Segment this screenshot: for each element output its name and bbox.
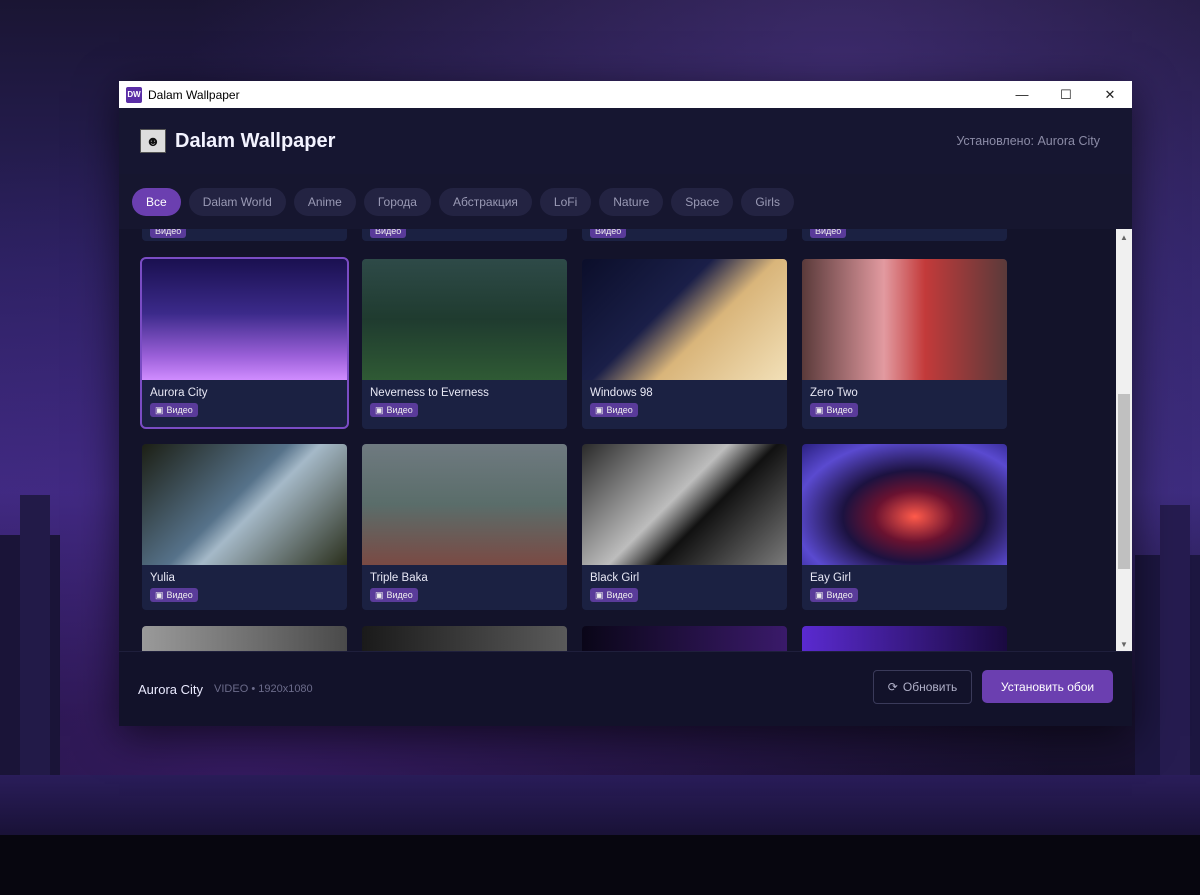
maximize-button[interactable]: ☐	[1044, 81, 1088, 108]
app-window: DW Dalam Wallpaper — ☐ ✕ ☻ Dalam Wallpap…	[119, 81, 1132, 726]
wallpaper-title: Aurora City	[150, 387, 208, 399]
wallpaper-card[interactable]: Black Girl ▣ Видео	[582, 444, 787, 610]
video-badge: ▣ Видео	[590, 588, 638, 602]
clapper-icon: ▣	[155, 589, 164, 600]
close-button[interactable]: ✕	[1088, 81, 1132, 108]
scroll-thumb[interactable]	[1118, 394, 1130, 569]
wallpaper-card-partial[interactable]	[582, 626, 787, 652]
video-badge: ▣ Видео	[150, 403, 198, 417]
video-badge: ▣ Видео	[590, 403, 638, 417]
wallpaper-card[interactable]: Yulia ▣ Видео	[142, 444, 347, 610]
video-badge: Видео	[370, 229, 407, 238]
clapper-icon: ▣	[375, 589, 384, 600]
wallpaper-card-partial[interactable]: Видео	[582, 229, 787, 241]
app-header: ☻ Dalam Wallpaper Установлено: Aurora Ci…	[119, 108, 1132, 174]
minimize-button[interactable]: —	[1000, 81, 1044, 108]
wallpaper-card-partial[interactable]: Видео	[362, 229, 567, 241]
wallpaper-card[interactable]: Eay Girl ▣ Видео	[802, 444, 1007, 610]
wallpaper-thumbnail	[802, 444, 1007, 565]
wallpaper-card[interactable]: Zero Two ▣ Видео	[802, 259, 1007, 429]
video-badge: ▣ Видео	[370, 403, 418, 417]
tab-all[interactable]: Все	[132, 187, 181, 216]
app-logo-icon: DW	[126, 86, 142, 103]
tab-abstraction[interactable]: Абстракция	[438, 187, 532, 216]
wallpaper-title: Zero Two	[810, 387, 858, 399]
wallpaper-card-partial[interactable]: Видео	[142, 229, 347, 241]
clapper-icon: ▣	[375, 404, 384, 415]
video-badge: Видео	[590, 229, 627, 238]
category-tabs: Все Dalam World Anime Города Абстракция …	[119, 174, 1132, 229]
wallpaper-card[interactable]: Windows 98 ▣ Видео	[582, 259, 787, 429]
wallpaper-card[interactable]: Triple Baka ▣ Видео	[362, 444, 567, 610]
video-badge: ▣ Видео	[370, 588, 418, 602]
app-brand-icon: ☻	[140, 129, 166, 153]
video-badge: ▣ Видео	[810, 588, 858, 602]
install-wallpaper-button[interactable]: Установить обои	[982, 670, 1113, 703]
wallpaper-title: Eay Girl	[810, 572, 851, 584]
wallpaper-card-partial[interactable]	[142, 626, 347, 652]
wallpaper-grid: Видео Видео Видео Видео Aurora City ▣ Вид…	[119, 229, 1132, 652]
tab-girls[interactable]: Girls	[741, 187, 794, 216]
clapper-icon: ▣	[815, 589, 824, 600]
title-bar: DW Dalam Wallpaper — ☐ ✕	[119, 81, 1132, 108]
wallpaper-thumbnail	[362, 444, 567, 565]
tab-nature[interactable]: Nature	[599, 187, 664, 216]
video-badge: ▣ Видео	[150, 588, 198, 602]
wallpaper-title: Yulia	[150, 572, 175, 584]
wallpaper-thumbnail	[582, 259, 787, 380]
wallpaper-card-partial[interactable]	[802, 626, 1007, 652]
tab-lofi[interactable]: LoFi	[539, 187, 592, 216]
video-badge: Видео	[150, 229, 187, 238]
refresh-icon: ⟳	[887, 680, 898, 694]
grid-scrollbar[interactable]: ▲ ▼	[1116, 229, 1132, 652]
wallpaper-thumbnail	[362, 259, 567, 380]
video-badge: ▣ Видео	[810, 403, 858, 417]
wallpaper-thumbnail	[142, 259, 347, 380]
wallpaper-title: Black Girl	[590, 572, 640, 584]
wallpaper-card-partial[interactable]: Видео	[802, 229, 1007, 241]
tab-cities[interactable]: Города	[363, 187, 431, 216]
clapper-icon: ▣	[815, 404, 824, 415]
refresh-button[interactable]: ⟳ Обновить	[873, 670, 972, 704]
clapper-icon: ▣	[595, 404, 604, 415]
wallpaper-card[interactable]: Aurora City ▣ Видео	[140, 257, 349, 429]
wallpaper-title: Neverness to Everness	[370, 387, 489, 399]
wallpaper-card-partial[interactable]	[362, 626, 567, 652]
tab-dalam-world[interactable]: Dalam World	[188, 187, 286, 216]
video-badge: Видео	[810, 229, 847, 238]
clapper-icon: ▣	[155, 404, 164, 415]
wallpaper-title: Windows 98	[590, 387, 653, 399]
wallpaper-thumbnail	[142, 444, 347, 565]
wallpaper-card[interactable]: Neverness to Everness ▣ Видео	[362, 259, 567, 429]
app-title: Dalam Wallpaper	[175, 129, 336, 152]
wallpaper-thumbnail	[582, 444, 787, 565]
window-title: Dalam Wallpaper	[148, 87, 240, 102]
refresh-label: Обновить	[902, 680, 958, 694]
scroll-up-icon[interactable]: ▲	[1116, 229, 1132, 245]
selected-wallpaper-meta: VIDEO • 1920x1080	[214, 683, 313, 695]
wallpaper-title: Triple Baka	[370, 572, 428, 584]
wallpaper-thumbnail	[802, 259, 1007, 380]
tab-anime[interactable]: Anime	[293, 187, 356, 216]
scroll-down-icon[interactable]: ▼	[1116, 636, 1132, 652]
footer-bar: Aurora City VIDEO • 1920x1080 ⟳ Обновить…	[119, 651, 1132, 726]
selected-wallpaper-name: Aurora City	[138, 681, 204, 697]
tab-space[interactable]: Space	[671, 187, 734, 216]
clapper-icon: ▣	[595, 589, 604, 600]
installed-status: Установлено: Aurora City	[956, 134, 1100, 148]
